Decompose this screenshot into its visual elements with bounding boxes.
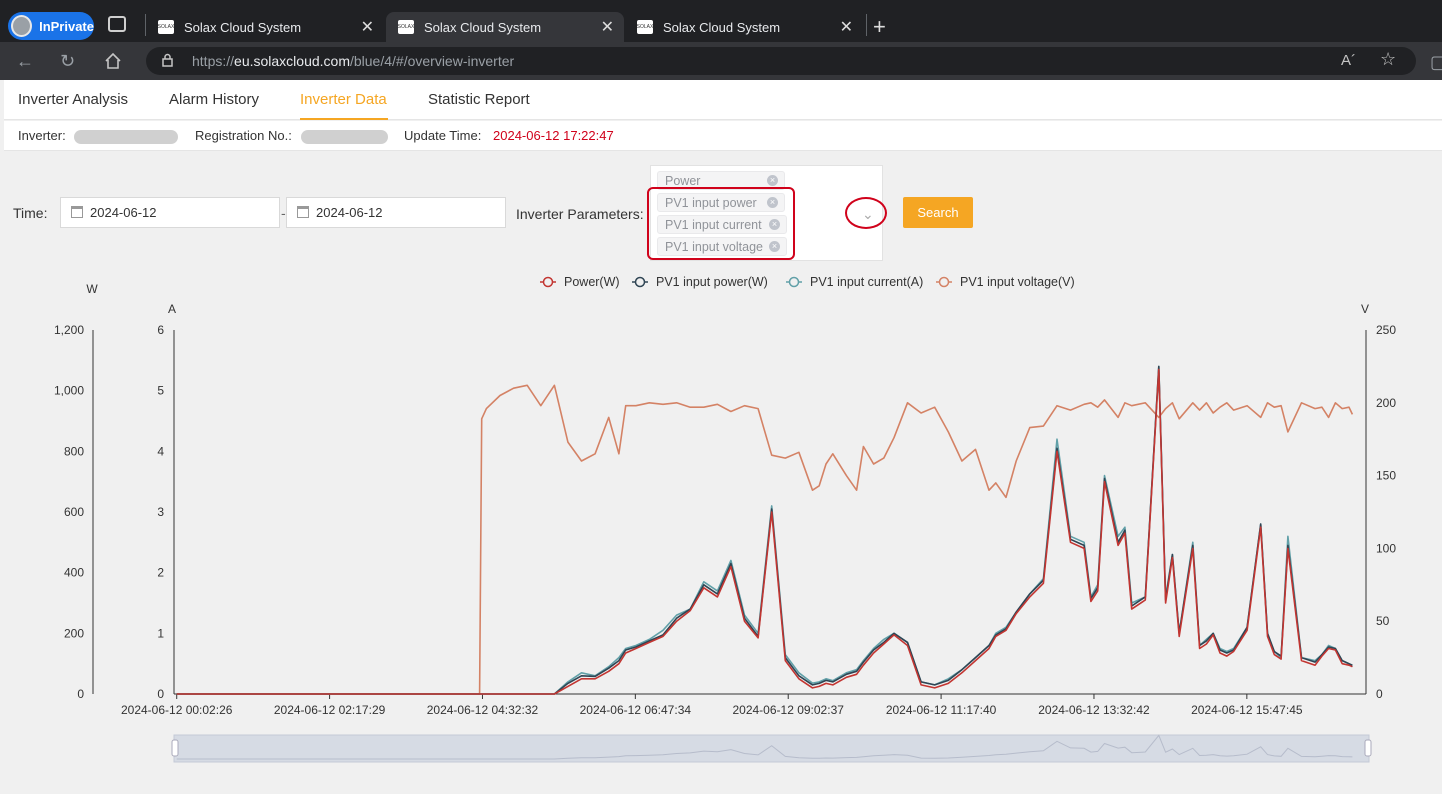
tab-title: Solax Cloud System [424, 19, 542, 35]
a-tick-label: 6 [157, 323, 164, 337]
browser-tab-3[interactable]: SOLAX Solax Cloud System ✕ [625, 12, 863, 42]
legend-label: PV1 input current(A) [810, 275, 923, 289]
v-tick-label: 50 [1376, 614, 1390, 628]
browser-tab-bar: InPrivate SOLAX Solax Cloud System ✕ SOL… [0, 0, 1442, 42]
a-tick-label: 5 [157, 384, 164, 398]
x-tick-label: 2024-06-12 02:17:29 [274, 703, 386, 717]
zoom-handle-left[interactable] [171, 739, 179, 757]
inprivate-badge[interactable]: InPrivate [8, 12, 94, 40]
v-tick-label: 200 [1376, 396, 1396, 410]
url-text[interactable]: https://eu.solaxcloud.com/blue/4/#/overv… [192, 53, 514, 69]
a-tick-label: 4 [157, 444, 164, 458]
zoom-slider-track [173, 734, 1370, 763]
w-tick-label: 1,200 [54, 323, 84, 337]
read-aloud-icon[interactable]: A´ [1341, 52, 1356, 69]
close-tab-icon[interactable]: ✕ [361, 17, 374, 37]
axis-name-v: V [1361, 302, 1369, 316]
close-tab-icon[interactable]: ✕ [601, 17, 614, 37]
axis-name-a: A [168, 302, 176, 316]
profile-avatar-icon [11, 15, 33, 37]
zoom-handle-right[interactable] [1364, 739, 1372, 757]
tab-divider [866, 14, 867, 36]
axis-name-w: W [86, 282, 98, 296]
tab-actions-icon[interactable] [108, 16, 128, 34]
x-tick-label: 2024-06-12 15:47:45 [1191, 703, 1303, 717]
a-tick-label: 1 [157, 626, 164, 640]
w-tick-label: 200 [64, 626, 84, 640]
url-host: eu.solaxcloud.com [234, 53, 350, 69]
w-tick-label: 1,000 [54, 384, 84, 398]
new-tab-icon[interactable]: + [873, 14, 886, 40]
x-tick-label: 2024-06-12 06:47:34 [580, 703, 692, 717]
series-line-pv1-input-voltage-v- [176, 384, 1354, 695]
favorite-star-icon[interactable]: ☆ [1380, 49, 1396, 70]
tab-title: Solax Cloud System [184, 19, 302, 35]
v-tick-label: 100 [1376, 541, 1396, 555]
x-tick-label: 2024-06-12 09:02:37 [732, 703, 844, 717]
x-tick-label: 2024-06-12 00:02:26 [121, 703, 233, 717]
w-tick-label: 0 [77, 687, 84, 701]
legend-label: PV1 input voltage(V) [960, 275, 1075, 289]
address-bar-row: ← ↻ https://eu.solaxcloud.com/blue/4/#/o… [0, 42, 1442, 80]
omnibox[interactable]: https://eu.solaxcloud.com/blue/4/#/overv… [146, 47, 1416, 75]
legend-label: Power(W) [564, 275, 620, 289]
legend-marker [634, 276, 646, 288]
solax-favicon-icon: SOLAX [398, 20, 414, 34]
legend-label: PV1 input power(W) [656, 275, 768, 289]
x-tick-label: 2024-06-12 11:17:40 [886, 703, 997, 717]
lock-icon [162, 53, 173, 67]
legend-marker [788, 276, 800, 288]
solax-favicon-icon: SOLAX [158, 20, 174, 34]
url-path: /blue/4/#/overview-inverter [349, 53, 515, 69]
v-tick-label: 0 [1376, 687, 1383, 701]
a-tick-label: 0 [157, 687, 164, 701]
tab-title: Solax Cloud System [663, 19, 781, 35]
w-tick-label: 400 [64, 566, 84, 580]
series-line-pv1-input-current-a- [176, 365, 1353, 695]
legend-marker [542, 276, 554, 288]
back-icon[interactable]: ← [16, 51, 34, 72]
v-tick-label: 150 [1376, 469, 1396, 483]
w-tick-label: 800 [64, 444, 84, 458]
series-line-power-w- [176, 368, 1353, 695]
collections-icon[interactable]: ▢ [1430, 52, 1442, 73]
browser-tab-1[interactable]: SOLAX Solax Cloud System ✕ [146, 12, 384, 42]
inprivate-label: InPrivate [39, 18, 94, 34]
a-tick-label: 2 [157, 566, 164, 580]
solax-favicon-icon: SOLAX [637, 20, 653, 34]
home-icon[interactable] [104, 52, 122, 70]
legend-marker [938, 276, 950, 288]
close-tab-icon[interactable]: ✕ [840, 17, 853, 37]
x-tick-label: 2024-06-12 13:32:42 [1038, 703, 1150, 717]
v-tick-label: 250 [1376, 323, 1396, 337]
page-content: Inverter Analysis Alarm History Inverter… [4, 80, 1442, 794]
x-tick-label: 2024-06-12 04:32:32 [427, 703, 539, 717]
refresh-icon[interactable]: ↻ [60, 51, 75, 72]
browser-tab-2[interactable]: SOLAX Solax Cloud System ✕ [386, 12, 624, 42]
w-tick-label: 600 [64, 505, 84, 519]
series-line-pv1-input-power-w- [176, 365, 1353, 695]
a-tick-label: 3 [157, 505, 164, 519]
inverter-data-chart: Power(W) PV1 input power(W) PV1 input curr… [54, 275, 1396, 763]
url-prefix: https:// [192, 53, 235, 69]
